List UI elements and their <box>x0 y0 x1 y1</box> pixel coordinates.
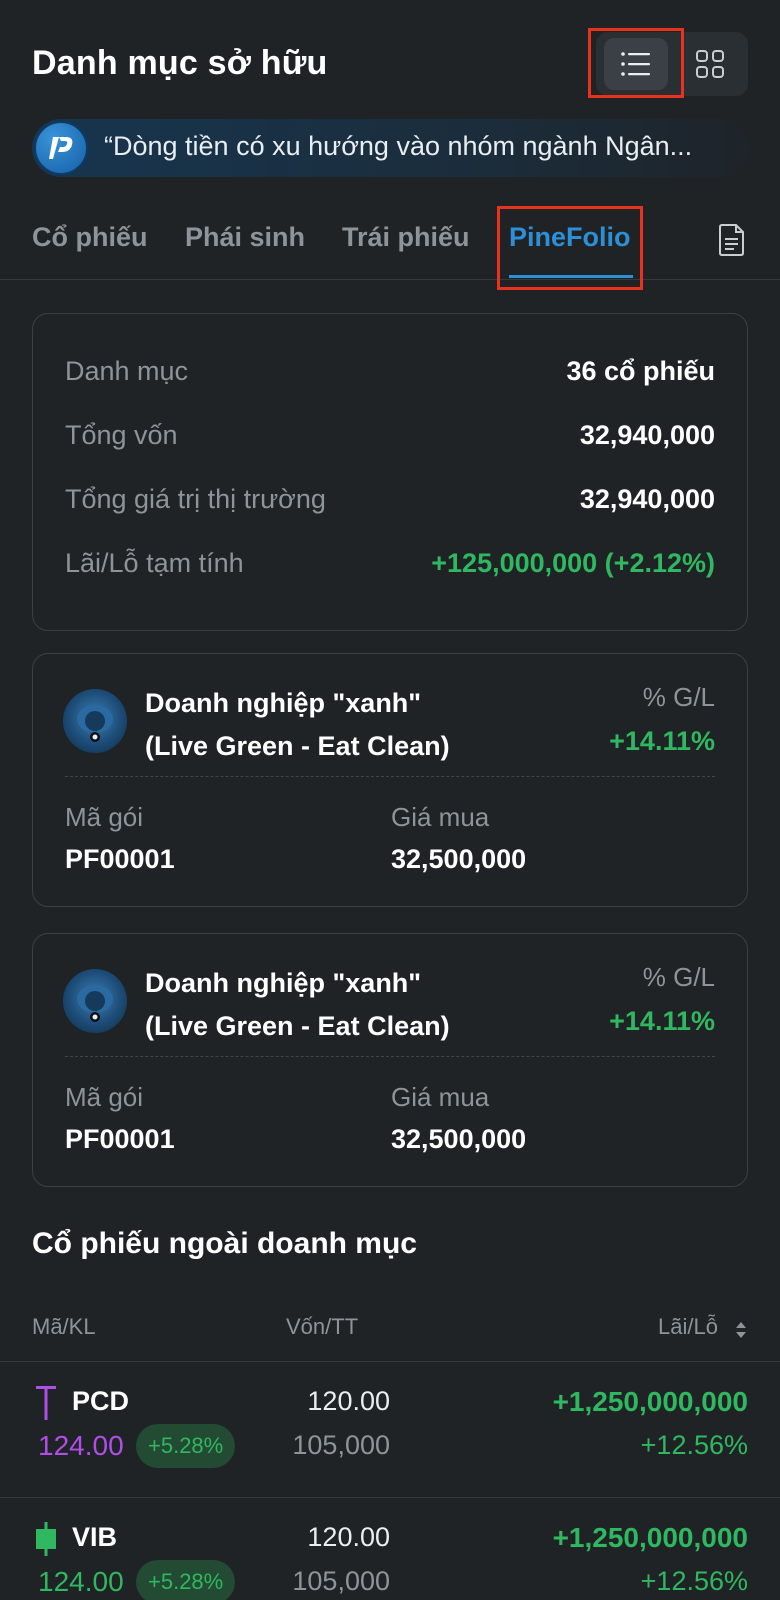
header: Danh mục sở hữu <box>0 0 780 120</box>
sort-icon[interactable] <box>734 1320 748 1340</box>
stock-price: 124.00 <box>38 1566 124 1597</box>
summary-row-tong-gia-tri: Tổng giá trị thị trường 32,940,000 <box>65 484 715 518</box>
increase-candle-icon <box>36 1522 56 1556</box>
stock-volume: 120.00 <box>307 1522 390 1552</box>
portfolio-tabs: Cổ phiếu Phái sinh Trái phiếu PineFolio <box>0 200 780 280</box>
section-title-outside-stocks: Cổ phiếu ngoài doanh mục <box>32 1227 417 1260</box>
stock-table-header: Mã/KL Vốn/TT Lãi/Lỗ <box>0 1300 780 1362</box>
active-tab-indicator <box>509 275 633 278</box>
pinefolio-package-card[interactable]: Doanh nghiệp "xanh" (Live Green - Eat Cl… <box>32 933 748 1187</box>
package-title: Doanh nghiệp "xanh" (Live Green - Eat Cl… <box>145 682 545 768</box>
pinetree-logo-icon <box>34 121 88 175</box>
package-title-line2: (Live Green - Eat Clean) <box>145 731 450 761</box>
summary-label: Tổng giá trị thị trường <box>65 484 326 514</box>
package-title: Doanh nghiệp "xanh" (Live Green - Eat Cl… <box>145 962 545 1048</box>
stock-pl: +1,250,000,000 <box>552 1386 748 1417</box>
news-headline: “Dòng tiền có xu hướng vào nhóm ngành Ng… <box>104 131 693 161</box>
divider <box>65 776 715 777</box>
package-title-line2: (Live Green - Eat Clean) <box>145 1011 450 1041</box>
stock-pl-pct: +12.56% <box>640 1566 748 1596</box>
tab-phai-sinh[interactable]: Phái sinh <box>185 222 305 253</box>
tab-pinefolio[interactable]: PineFolio <box>509 222 631 253</box>
col-header-pl[interactable]: Lãi/Lỗ <box>658 1314 718 1340</box>
list-view-button[interactable] <box>604 38 668 90</box>
portfolio-summary-card: Danh mục 36 cổ phiếu Tổng vốn 32,940,000… <box>32 313 748 631</box>
view-toggle <box>596 32 748 96</box>
summary-row-danh-muc: Danh mục 36 cổ phiếu <box>65 356 715 390</box>
tab-co-phieu[interactable]: Cổ phiếu <box>32 222 148 253</box>
stock-market-value: 105,000 <box>292 1566 390 1596</box>
gl-label: % G/L <box>642 962 715 992</box>
change-badge: +5.28% <box>136 1424 236 1468</box>
package-title-line1: Doanh nghiệp "xanh" <box>145 968 422 998</box>
list-icon <box>621 52 650 76</box>
summary-label: Tổng vốn <box>65 420 178 450</box>
stock-symbol: PCD <box>72 1386 130 1416</box>
col-header-cost: Vốn/TT <box>286 1314 359 1339</box>
gl-label: % G/L <box>642 682 715 712</box>
package-avatar <box>63 689 127 753</box>
purchase-price-label: Giá mua <box>391 1082 490 1112</box>
package-title-line1: Doanh nghiệp "xanh" <box>145 688 422 718</box>
stock-symbol: VIB <box>72 1522 118 1552</box>
stock-price: 124.00 <box>38 1430 124 1461</box>
stock-pl: +1,250,000,000 <box>552 1522 748 1553</box>
gl-value: +14.11% <box>609 726 715 756</box>
summary-label: Danh mục <box>65 356 189 386</box>
summary-value: 36 cổ phiếu <box>566 356 715 386</box>
news-ticker-banner[interactable]: “Dòng tiền có xu hướng vào nhóm ngành Ng… <box>32 119 750 177</box>
package-code-label: Mã gói <box>65 1082 144 1112</box>
summary-value-profit: +125,000,000 (+2.12%) <box>431 548 715 578</box>
summary-value: 32,940,000 <box>579 484 715 514</box>
summary-row-tong-von: Tổng vốn 32,940,000 <box>65 420 715 454</box>
page-title: Danh mục sở hữu <box>32 44 328 82</box>
pinefolio-package-card[interactable]: Doanh nghiệp "xanh" (Live Green - Eat Cl… <box>32 653 748 907</box>
col-header-symbol: Mã/KL <box>32 1314 96 1339</box>
stock-pl-pct: +12.56% <box>640 1430 748 1460</box>
stock-market-value: 105,000 <box>292 1430 390 1460</box>
table-row[interactable]: PCD 124.00 +5.28% 120.00 105,000 +1,250,… <box>0 1362 780 1498</box>
stock-volume: 120.00 <box>307 1386 390 1416</box>
ceiling-price-icon <box>36 1386 56 1420</box>
document-icon[interactable] <box>716 222 748 258</box>
change-badge: +5.28% <box>136 1560 236 1600</box>
purchase-price-label: Giá mua <box>391 802 490 832</box>
summary-row-lai-lo: Lãi/Lỗ tạm tính +125,000,000 (+2.12%) <box>65 548 715 582</box>
package-avatar <box>63 969 127 1033</box>
grid-view-button[interactable] <box>678 38 742 90</box>
tab-trai-phieu[interactable]: Trái phiếu <box>342 222 470 253</box>
purchase-price: 32,500,000 <box>391 844 527 874</box>
gl-value: +14.11% <box>609 1006 715 1036</box>
divider <box>65 1056 715 1057</box>
summary-value: 32,940,000 <box>579 420 715 450</box>
grid-icon <box>696 50 724 78</box>
package-code-label: Mã gói <box>65 802 144 832</box>
package-code: PF00001 <box>65 1124 175 1154</box>
package-code: PF00001 <box>65 844 175 874</box>
table-row[interactable]: VIB 124.00 +5.28% 120.00 105,000 +1,250,… <box>0 1498 780 1600</box>
purchase-price: 32,500,000 <box>391 1124 527 1154</box>
summary-label: Lãi/Lỗ tạm tính <box>65 548 244 578</box>
